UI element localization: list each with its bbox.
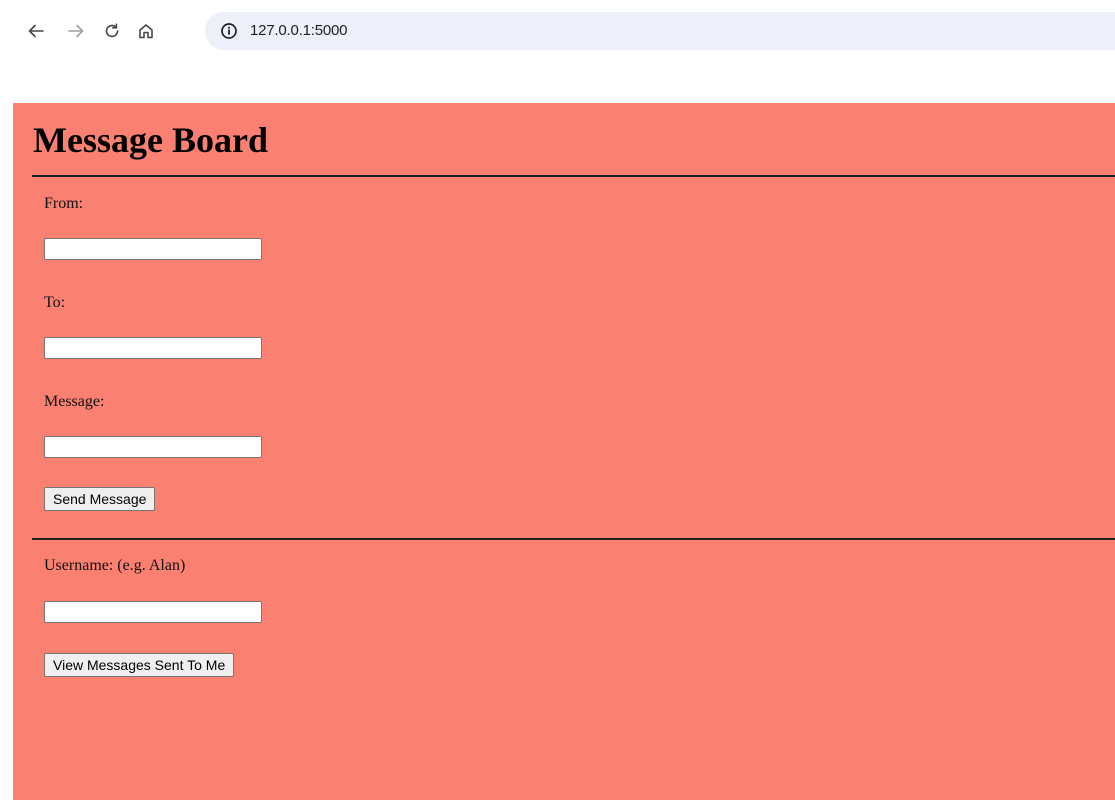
username-field[interactable] <box>44 601 262 623</box>
divider <box>32 175 1115 177</box>
address-bar[interactable]: 127.0.0.1:5000 <box>205 12 1115 50</box>
reload-icon[interactable] <box>98 17 126 45</box>
message-label: Message: <box>44 393 105 410</box>
view-messages-button[interactable]: View Messages Sent To Me <box>44 653 235 677</box>
from-field[interactable] <box>44 238 262 260</box>
username-label: Username: (e.g. Alan) <box>44 557 186 574</box>
send-message-button[interactable]: Send Message <box>44 487 156 511</box>
page-body: Message Board From: To: Message: Send Me… <box>13 103 1115 800</box>
url-text: 127.0.0.1:5000 <box>250 22 348 39</box>
from-label: From: <box>44 195 84 212</box>
arrow-left-icon[interactable] <box>22 17 50 45</box>
divider <box>32 538 1115 540</box>
arrow-right-icon[interactable] <box>62 17 90 45</box>
page-title: Message Board <box>33 120 268 160</box>
message-field[interactable] <box>44 436 262 458</box>
to-field[interactable] <box>44 337 262 359</box>
home-icon[interactable] <box>132 17 160 45</box>
info-icon[interactable] <box>219 21 239 41</box>
browser-toolbar: 127.0.0.1:5000 <box>0 0 1115 66</box>
to-label: To: <box>44 294 66 311</box>
